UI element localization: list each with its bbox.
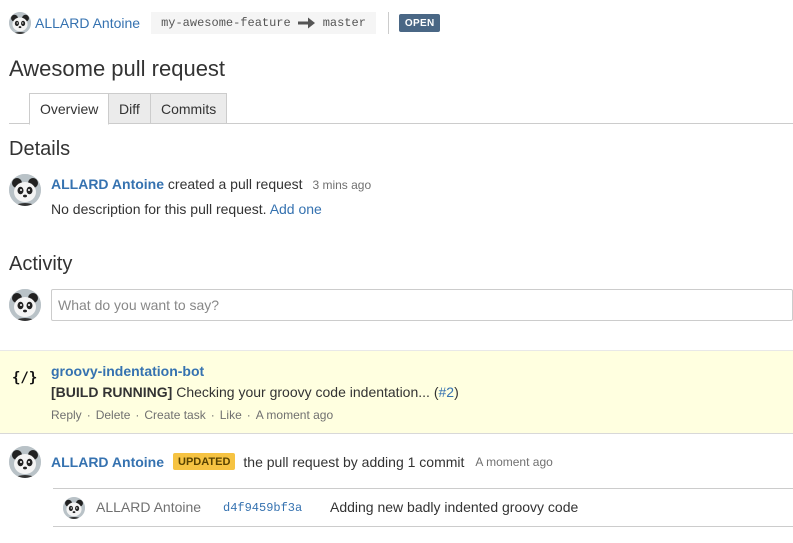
build-status: [BUILD RUNNING]	[51, 384, 173, 400]
bot-author-link[interactable]: groovy-indentation-bot	[51, 363, 204, 379]
activity-heading: Activity	[9, 253, 73, 275]
create-task-button[interactable]: Create task	[144, 408, 205, 422]
update-text: the pull request by adding 1 commit	[243, 453, 465, 470]
comment-actions: Reply · Delete · Create task · Like · A moment a…	[51, 408, 333, 422]
pr-tabs: Overview Diff Commits	[9, 93, 793, 125]
reply-button[interactable]: Reply	[51, 408, 82, 422]
page-title: Awesome pull request	[9, 56, 226, 81]
updated-badge: UPDATED	[173, 453, 236, 470]
delete-button[interactable]: Delete	[96, 408, 131, 422]
separator: ·	[135, 408, 140, 422]
add-description-link[interactable]: Add one	[270, 201, 322, 217]
pr-header: ALLARD Antoine my-awesome-feature master…	[9, 10, 793, 36]
comment-input[interactable]	[51, 289, 793, 321]
branch-info: my-awesome-feature master	[151, 12, 376, 34]
current-user-avatar	[9, 289, 41, 321]
status-badge: OPEN	[398, 14, 441, 32]
like-button[interactable]: Like	[220, 408, 242, 422]
tab-diff[interactable]: Diff	[108, 93, 151, 124]
details-heading: Details	[9, 138, 71, 160]
source-branch[interactable]: my-awesome-feature	[161, 16, 291, 30]
commit-message: Adding new badly indented groovy code	[330, 499, 579, 515]
build-link[interactable]: #2	[439, 384, 455, 400]
commit-author-avatar[interactable]	[63, 497, 85, 519]
separator: ·	[210, 408, 215, 422]
commit-author: ALLARD Antoine	[96, 499, 202, 515]
author-link[interactable]: ALLARD Antoine	[35, 15, 140, 31]
tab-overview[interactable]: Overview	[29, 93, 109, 125]
separator: ·	[246, 408, 251, 422]
bot-comment: {/} groovy-indentation-bot [BUILD RUNNIN…	[0, 350, 793, 434]
tab-commits[interactable]: Commits	[150, 93, 227, 124]
author-avatar[interactable]	[9, 12, 31, 34]
creator-link[interactable]: ALLARD Antoine	[51, 176, 164, 192]
bot-comment-text: Checking your groovy code indentation...	[176, 384, 430, 400]
updater-avatar[interactable]	[9, 446, 41, 478]
code-icon: {/}	[12, 370, 38, 386]
creator-avatar[interactable]	[9, 174, 41, 206]
arrow-right-icon	[297, 17, 315, 29]
separator: ·	[86, 408, 91, 422]
commit-hash-link[interactable]: d4f9459bf3a	[223, 501, 302, 515]
update-time: A moment ago	[475, 454, 553, 469]
created-time: 3 mins ago	[312, 178, 372, 192]
target-branch[interactable]: master	[323, 16, 366, 30]
header-divider	[387, 12, 389, 34]
comment-time: A moment ago	[255, 408, 334, 422]
description-text: No description for this pull request.	[51, 201, 267, 217]
created-text: created a pull request	[167, 176, 303, 192]
commit-row: ALLARD Antoine d4f9459bf3a Adding new ba…	[53, 488, 793, 527]
updater-link[interactable]: ALLARD Antoine	[51, 454, 164, 470]
build-link-close: )	[454, 384, 459, 400]
